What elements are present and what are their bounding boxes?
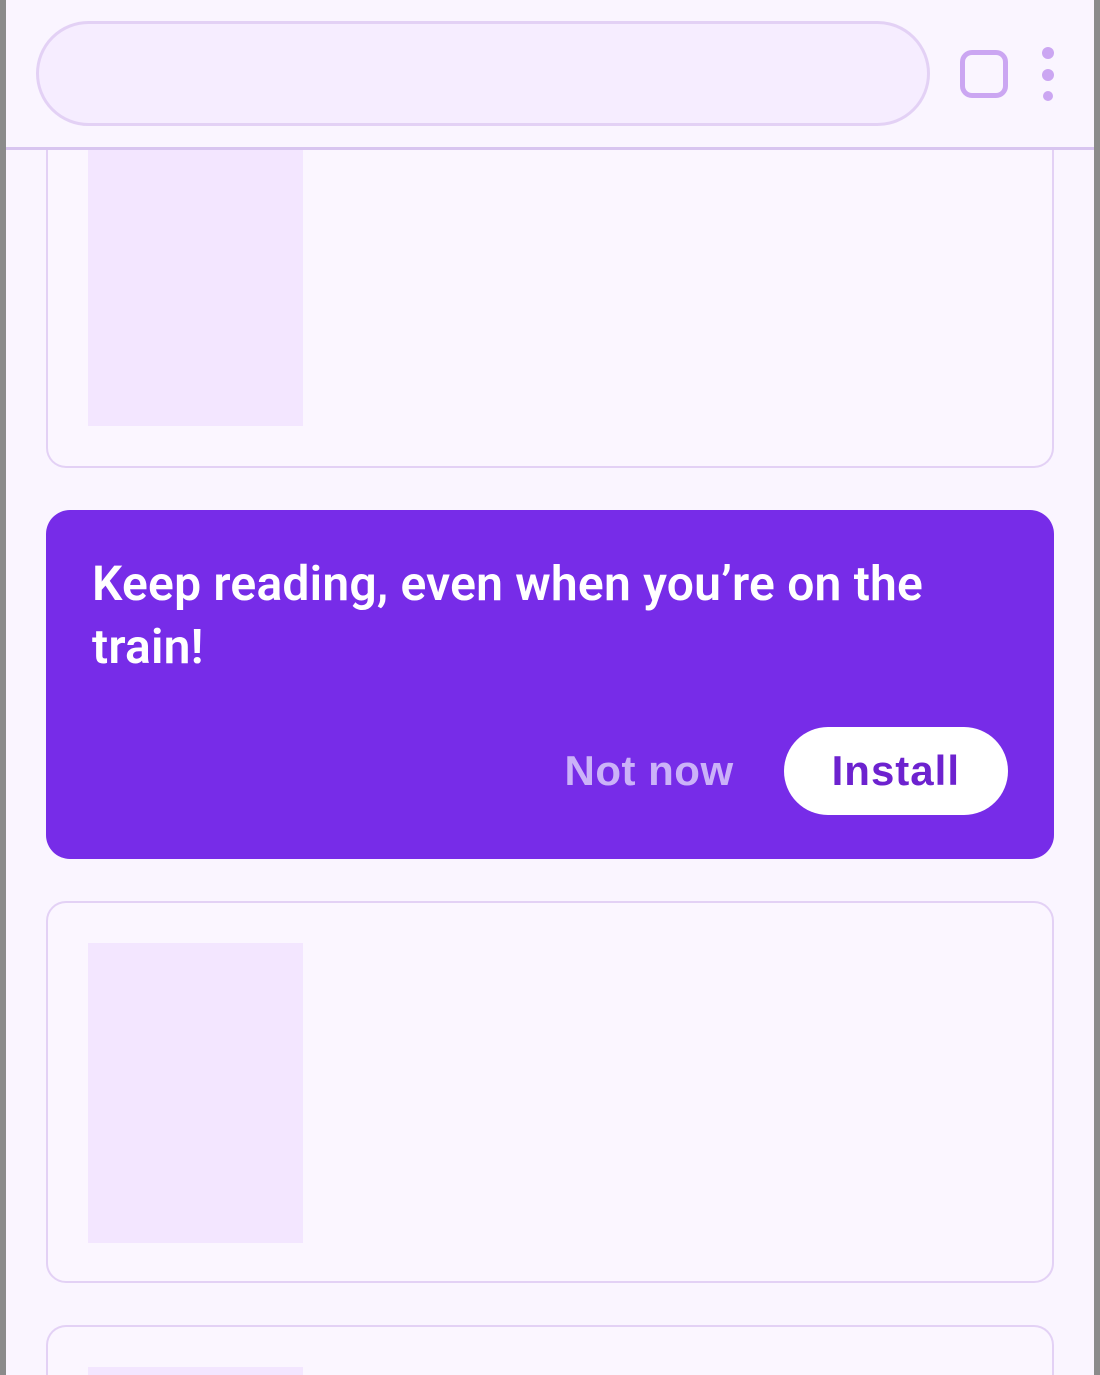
install-prompt-message: Keep reading, even when you’re on the tr…: [92, 552, 1008, 679]
browser-toolbar: [6, 0, 1094, 150]
page-content[interactable]: Keep reading, even when you’re on the tr…: [6, 150, 1094, 1375]
more-menu-icon[interactable]: [1038, 44, 1058, 104]
content-card[interactable]: [46, 901, 1054, 1283]
tabs-icon[interactable]: [960, 50, 1008, 98]
thumbnail-placeholder: [88, 150, 303, 426]
install-prompt-actions: Not now Install: [92, 727, 1008, 815]
thumbnail-placeholder: [88, 943, 303, 1243]
not-now-button[interactable]: Not now: [565, 747, 734, 795]
content-card[interactable]: [46, 150, 1054, 468]
install-prompt-banner: Keep reading, even when you’re on the tr…: [46, 510, 1054, 859]
thumbnail-placeholder: [88, 1367, 303, 1375]
browser-viewport: Keep reading, even when you’re on the tr…: [6, 0, 1094, 1375]
content-card[interactable]: [46, 1325, 1054, 1375]
url-bar[interactable]: [36, 21, 930, 126]
install-button[interactable]: Install: [784, 727, 1008, 815]
